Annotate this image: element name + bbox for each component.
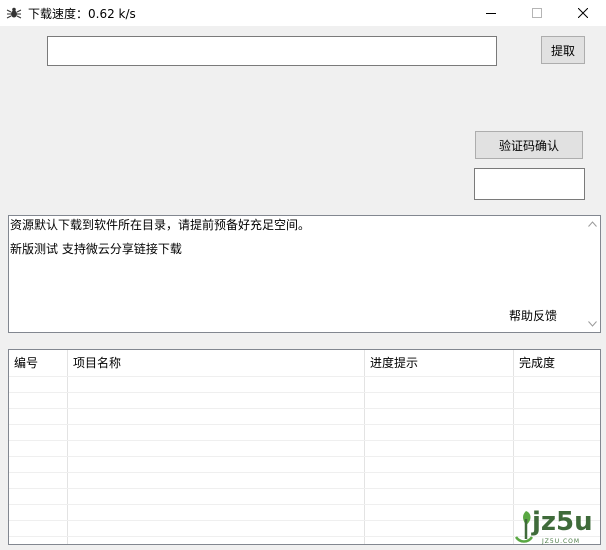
log-scrollbar[interactable] xyxy=(584,216,600,332)
row-divider xyxy=(9,424,600,425)
row-divider xyxy=(9,376,600,377)
row-divider xyxy=(9,392,600,393)
minimize-button[interactable] xyxy=(468,0,514,26)
column-divider xyxy=(67,350,68,544)
maximize-button[interactable] xyxy=(514,0,560,26)
help-feedback-link[interactable]: 帮助反馈 xyxy=(509,307,557,324)
close-button[interactable] xyxy=(560,0,606,26)
verify-captcha-button[interactable]: 验证码确认 xyxy=(475,131,583,159)
column-divider xyxy=(364,350,365,544)
captcha-input[interactable] xyxy=(474,168,585,200)
spider-app-icon xyxy=(6,5,22,21)
close-icon xyxy=(578,8,588,18)
row-divider xyxy=(9,456,600,457)
maximize-icon xyxy=(532,8,542,18)
title-bar: 下载速度：0.62 k/s xyxy=(0,0,606,26)
log-line: 资源默认下载到软件所在目录，请提前预备好充足空间。 xyxy=(10,218,311,232)
fetch-button[interactable]: 提取 xyxy=(541,36,585,64)
log-line: 新版测试 支持微云分享链接下载 xyxy=(10,242,182,256)
jz5u-watermark-logo: jz5u JZ5U.COM xyxy=(512,505,602,547)
watermark-subtext: JZ5U.COM xyxy=(542,538,581,545)
minimize-icon xyxy=(486,8,496,18)
row-divider xyxy=(9,488,600,489)
row-divider xyxy=(9,440,600,441)
column-header-completion[interactable]: 完成度 xyxy=(514,350,600,376)
share-link-input[interactable] xyxy=(47,36,497,66)
row-divider xyxy=(9,408,600,409)
window-title: 下载速度：0.62 k/s xyxy=(28,7,136,21)
scroll-down-icon[interactable] xyxy=(587,319,597,329)
row-divider xyxy=(9,472,600,473)
column-header-id[interactable]: 编号 xyxy=(9,350,67,376)
column-header-name[interactable]: 项目名称 xyxy=(68,350,364,376)
watermark-text: jz5u xyxy=(532,507,593,537)
column-header-progress[interactable]: 进度提示 xyxy=(365,350,513,376)
info-log-box[interactable]: 资源默认下载到软件所在目录，请提前预备好充足空间。 新版测试 支持微云分享链接下… xyxy=(8,215,601,333)
scroll-up-icon[interactable] xyxy=(587,219,597,229)
